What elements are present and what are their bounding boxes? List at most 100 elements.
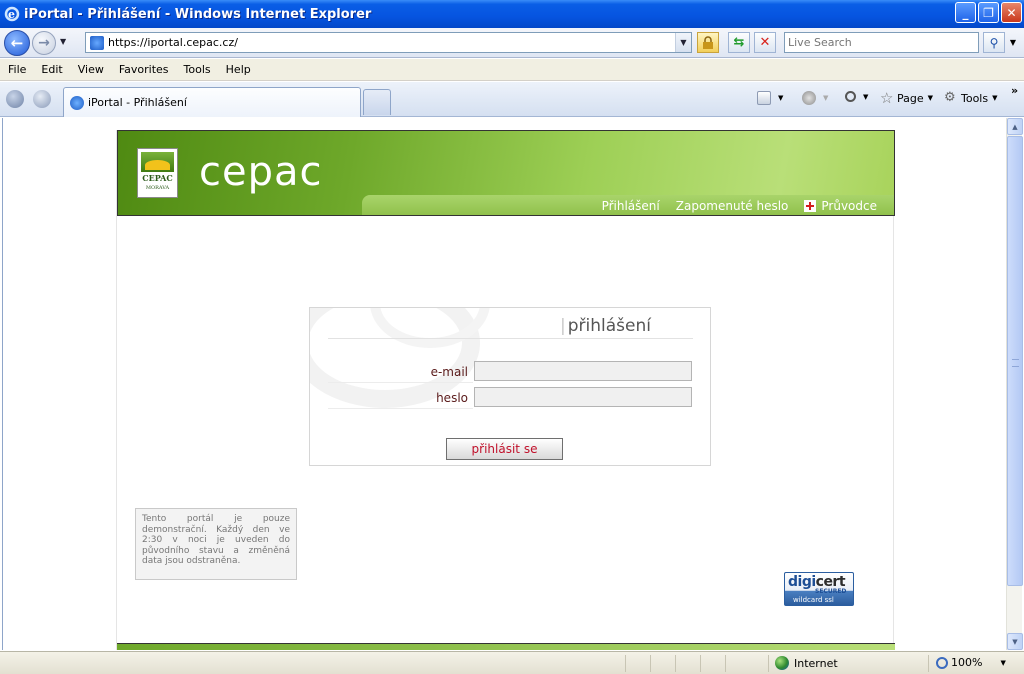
password-input[interactable] xyxy=(475,388,691,406)
divider xyxy=(328,408,473,409)
scroll-thumb[interactable] xyxy=(1007,136,1023,586)
stop-button[interactable]: ✕ xyxy=(754,32,776,53)
site-header: CEPAC MORAVA cepac Přihlášení Zapomenuté… xyxy=(117,130,895,216)
digicert-wildcard: wildcard ssl xyxy=(793,596,834,604)
security-zone[interactable]: Internet xyxy=(775,656,838,670)
restore-button[interactable]: ❐ xyxy=(978,2,999,23)
window-title: iPortal - Přihlášení - Windows Internet … xyxy=(24,6,372,22)
stop-icon: ✕ xyxy=(759,35,771,50)
menu-tools[interactable]: Tools xyxy=(176,63,218,76)
cepac-logo[interactable]: CEPAC MORAVA xyxy=(137,148,178,198)
divider xyxy=(328,382,473,383)
site-footer xyxy=(117,643,895,650)
star-icon: ☆ xyxy=(880,89,894,107)
print-button[interactable]: ▼ xyxy=(802,91,828,105)
tools-menu-label: Tools xyxy=(961,91,989,105)
menu-edit[interactable]: Edit xyxy=(33,63,69,76)
more-commands-chevron-icon[interactable]: » xyxy=(1011,84,1018,97)
chevron-down-icon: ▼ xyxy=(823,94,829,102)
search-button[interactable]: ⚲ xyxy=(983,32,1005,53)
status-divider xyxy=(675,655,676,672)
feeds-button[interactable]: ▼ xyxy=(757,91,783,105)
close-button[interactable]: ✕ xyxy=(1001,2,1022,23)
status-divider xyxy=(650,655,651,672)
chevron-down-icon: ▼ xyxy=(778,94,784,102)
password-field[interactable] xyxy=(474,387,692,407)
chevron-down-icon: ▼ xyxy=(863,92,869,101)
security-lock-icon[interactable] xyxy=(697,32,719,53)
status-divider xyxy=(700,655,701,672)
page-menu-label: Page xyxy=(897,91,924,105)
add-to-favorites-icon[interactable] xyxy=(33,90,51,108)
nav-link-forgotten-password[interactable]: Zapomenuté heslo xyxy=(676,199,789,213)
address-bar[interactable]: https://iportal.cepac.cz/ ▼ xyxy=(85,32,692,53)
live-search-input[interactable] xyxy=(785,33,978,52)
site-container: CEPAC MORAVA cepac Přihlášení Zapomenuté… xyxy=(116,130,895,650)
login-form: | přihlášení e-mail heslo přihlásit se xyxy=(309,307,711,466)
arrow-right-icon: → xyxy=(38,35,50,51)
research-button[interactable]: ▼ xyxy=(845,91,868,102)
back-button[interactable]: ← xyxy=(4,30,30,56)
search-options-dropdown[interactable]: ▼ xyxy=(1006,32,1020,53)
address-dropdown[interactable]: ▼ xyxy=(675,33,691,52)
recent-pages-dropdown[interactable]: ▼ xyxy=(60,37,70,47)
globe-icon xyxy=(775,656,789,670)
menu-help[interactable]: Help xyxy=(218,63,258,76)
chevron-down-icon: ▼ xyxy=(927,94,934,102)
nav-link-guide[interactable]: Průvodce xyxy=(804,199,877,213)
menu-file[interactable]: File xyxy=(0,63,33,76)
tab-favicon-icon xyxy=(70,95,84,110)
site-nav: Přihlášení Zapomenuté heslo Průvodce xyxy=(362,195,894,215)
email-field[interactable] xyxy=(474,361,692,381)
tab-iportal[interactable]: iPortal - Přihlášení xyxy=(63,87,361,117)
scroll-up-button[interactable]: ▲ xyxy=(1007,118,1023,135)
status-divider xyxy=(768,655,769,672)
chevron-down-icon: ▼ xyxy=(992,94,998,102)
logo-text: CEPAC xyxy=(142,173,173,183)
digicert-logo-digi: digi xyxy=(788,574,816,590)
zoom-magnifier-icon xyxy=(936,656,948,669)
gear-icon: ⚙ xyxy=(944,90,956,105)
scroll-down-button[interactable]: ▼ xyxy=(1007,633,1023,650)
tools-menu-button[interactable]: ⚙ Tools ▼ xyxy=(944,91,998,105)
digicert-seal[interactable]: digicert SECURED wildcard ssl xyxy=(784,572,854,606)
tab-label: iPortal - Přihlášení xyxy=(88,96,187,109)
address-toolbar: ← → ▼ https://iportal.cepac.cz/ ▼ ⇆ ✕ ⚲ … xyxy=(0,28,1024,58)
menu-view[interactable]: View xyxy=(70,63,111,76)
sunrise-logo-icon xyxy=(141,152,174,172)
status-divider xyxy=(625,655,626,672)
vertical-scrollbar[interactable]: ▲ ▼ xyxy=(1006,118,1023,650)
search-icon: ⚲ xyxy=(989,35,999,50)
status-divider xyxy=(928,655,929,672)
email-input[interactable] xyxy=(475,362,691,380)
divider xyxy=(328,338,693,339)
page-menu-button[interactable]: ☆ Page ▼ xyxy=(880,89,934,107)
nav-link-login[interactable]: Přihlášení xyxy=(602,199,660,213)
login-title: | přihlášení xyxy=(560,316,651,336)
favorites-center-icon[interactable] xyxy=(6,90,24,108)
login-submit-button[interactable]: přihlásit se xyxy=(446,438,563,460)
window-title-bar[interactable]: e iPortal - Přihlášení - Windows Interne… xyxy=(0,0,1024,28)
page-favicon-icon xyxy=(90,35,104,50)
print-icon xyxy=(802,91,816,105)
first-aid-cross-icon xyxy=(804,200,817,212)
menu-favorites[interactable]: Favorites xyxy=(111,63,176,76)
live-search-box[interactable] xyxy=(784,32,979,53)
site-brand: cepac xyxy=(199,149,323,195)
new-tab-button[interactable] xyxy=(363,89,391,115)
refresh-button[interactable]: ⇆ xyxy=(728,32,750,53)
status-divider xyxy=(725,655,726,672)
internet-explorer-icon: e xyxy=(4,6,20,22)
zoom-level[interactable]: 100% ▼ xyxy=(936,656,1006,669)
address-url[interactable]: https://iportal.cepac.cz/ xyxy=(108,36,675,49)
logo-subtext: MORAVA xyxy=(145,185,170,191)
password-label: heslo xyxy=(436,391,468,405)
status-bar: Internet 100% ▼ xyxy=(0,651,1024,674)
tab-bar: iPortal - Přihlášení ▼ ▼ ▼ ☆ Page ▼ ⚙ To… xyxy=(0,82,1024,117)
login-title-text: přihlášení xyxy=(567,316,651,336)
nav-link-guide-label: Průvodce xyxy=(821,198,877,213)
chevron-down-icon: ▼ xyxy=(1000,658,1006,667)
minimize-button[interactable]: _ xyxy=(955,2,976,23)
forward-button[interactable]: → xyxy=(32,31,56,55)
page-viewport: CEPAC MORAVA cepac Přihlášení Zapomenuté… xyxy=(2,118,1006,650)
